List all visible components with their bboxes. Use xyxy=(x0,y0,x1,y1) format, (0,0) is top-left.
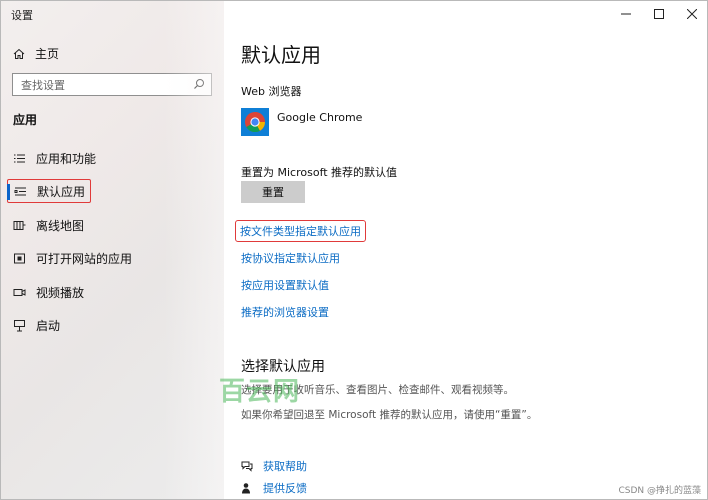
minimize-button[interactable] xyxy=(611,1,641,27)
chrome-icon xyxy=(241,108,269,136)
choose-by-protocol-link[interactable]: 按协议指定默认应用 xyxy=(241,250,340,266)
watermark-logo: 百云网 xyxy=(219,377,301,407)
watermark-credit: CSDN @挣扎的蓝藻 xyxy=(618,486,701,496)
help-chat-icon xyxy=(241,461,253,472)
settings-window: 设置 主页 应用 应用和功能 默认应用 离线地图 可打开网站的应用 xyxy=(0,0,708,500)
sidebar-home[interactable]: 主页 xyxy=(13,45,59,62)
search-icon[interactable] xyxy=(193,78,205,90)
feedback-person-icon xyxy=(242,483,250,494)
sidebar-item-apps-features[interactable]: 应用和功能 xyxy=(7,146,217,170)
web-browser-label: Web 浏览器 xyxy=(241,85,302,98)
reset-hint-description: 如果你希望回退至 Microsoft 推荐的默认应用，请使用“重置”。 xyxy=(241,409,538,421)
apps-for-websites-icon xyxy=(14,253,25,263)
get-help-label: 获取帮助 xyxy=(263,460,307,473)
apps-list-icon xyxy=(14,154,25,162)
minimize-icon xyxy=(621,13,631,15)
get-help-link[interactable]: 获取帮助 xyxy=(241,458,307,474)
page-title: 默认应用 xyxy=(241,43,321,67)
set-defaults-by-app-link[interactable]: 按应用设置默认值 xyxy=(241,277,329,293)
default-apps-icon xyxy=(14,187,26,195)
sidebar-item-apps-for-websites[interactable]: 可打开网站的应用 xyxy=(7,246,217,270)
reset-label: 重置为 Microsoft 推荐的默认值 xyxy=(241,166,398,179)
sidebar-item-startup[interactable]: 启动 xyxy=(7,313,217,337)
main-content: 默认应用 Web 浏览器 Google Chrome 重置为 Microsoft… xyxy=(224,1,707,499)
sidebar-home-label: 主页 xyxy=(35,47,60,61)
sidebar-item-label: 应用和功能 xyxy=(36,151,97,166)
sidebar-item-label: 视频播放 xyxy=(36,285,85,300)
sidebar-item-label: 默认应用 xyxy=(37,184,86,199)
choose-by-file-type-link[interactable]: 按文件类型指定默认应用 xyxy=(235,220,366,242)
offline-maps-icon xyxy=(13,220,26,230)
sidebar-item-label: 离线地图 xyxy=(36,218,85,233)
default-browser-name: Google Chrome xyxy=(277,110,363,124)
close-icon xyxy=(687,9,697,19)
give-feedback-link[interactable]: 提供反馈 xyxy=(241,480,307,496)
recommended-browser-settings-link[interactable]: 推荐的浏览器设置 xyxy=(241,304,329,320)
window-title: 设置 xyxy=(11,9,33,22)
maximize-button[interactable] xyxy=(644,1,674,27)
video-playback-icon xyxy=(13,288,26,296)
sidebar-item-label: 可打开网站的应用 xyxy=(36,251,133,266)
home-icon xyxy=(13,48,25,59)
section-label: 应用 xyxy=(13,113,38,127)
sidebar: 设置 主页 应用 应用和功能 默认应用 离线地图 可打开网站的应用 xyxy=(1,1,224,499)
sidebar-item-video-playback[interactable]: 视频播放 xyxy=(7,280,217,304)
startup-icon xyxy=(14,319,25,331)
give-feedback-label: 提供反馈 xyxy=(263,482,307,495)
search-input[interactable] xyxy=(13,75,199,96)
sidebar-item-offline-maps[interactable]: 离线地图 xyxy=(7,213,217,237)
close-button[interactable] xyxy=(677,1,707,27)
reset-button[interactable]: 重置 xyxy=(241,181,305,203)
search-box[interactable] xyxy=(12,73,212,96)
sidebar-item-label: 启动 xyxy=(36,318,61,333)
sidebar-item-default-apps[interactable]: 默认应用 xyxy=(7,179,91,203)
maximize-icon xyxy=(654,9,664,19)
default-browser-selector[interactable]: Google Chrome xyxy=(241,108,362,136)
